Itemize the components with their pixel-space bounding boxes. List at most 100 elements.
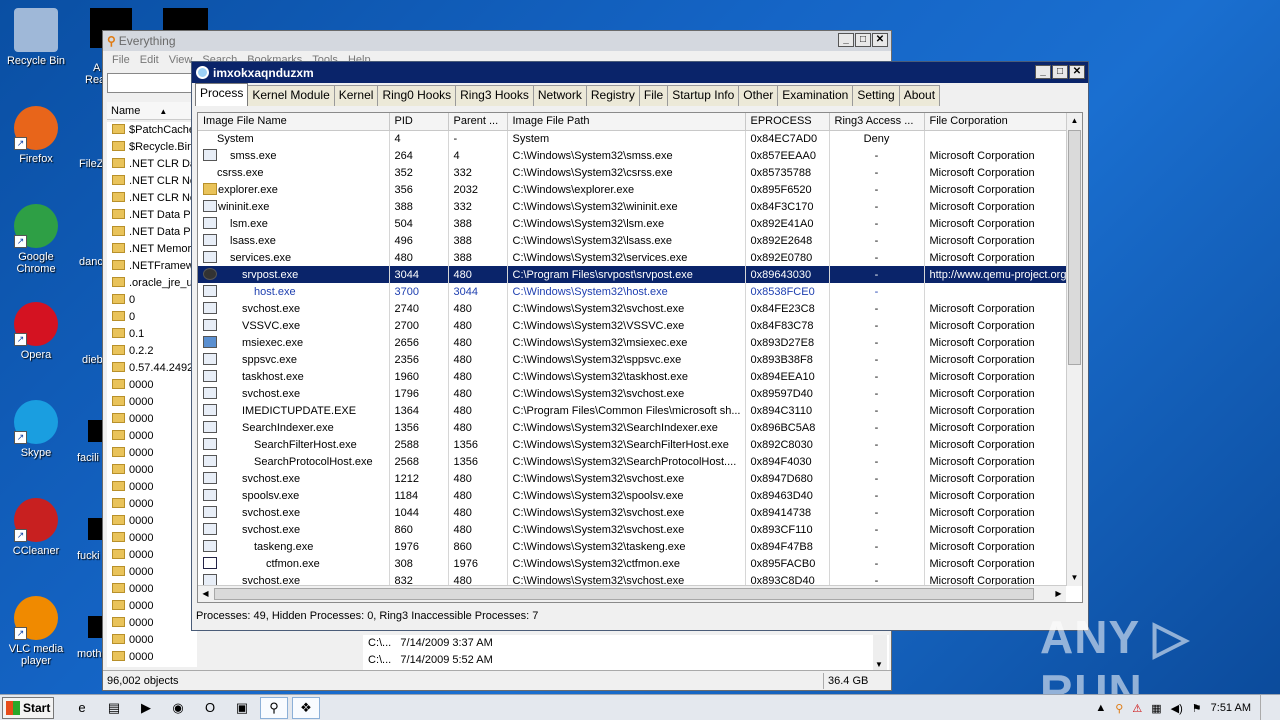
desktop-icon-image-partial[interactable] — [88, 518, 102, 540]
column-header[interactable]: File Corporation — [924, 113, 1066, 131]
close-button[interactable]: ✕ — [872, 33, 888, 47]
table-row[interactable]: IMEDICTUPDATE.EXE 1364 480 C:\Program Files… — [198, 402, 1066, 419]
list-item-detail[interactable]: C:\... 7/14/2009 5:52 AM — [363, 652, 889, 669]
table-row[interactable]: svchost.exe 1044 480 C:\Windows\System32\sv… — [198, 504, 1066, 521]
desktop-icon-label-partial[interactable]: dieb — [82, 354, 103, 366]
column-header-name[interactable]: Name ▲ — [107, 102, 197, 120]
table-row[interactable]: srvpost.exe 3044 480 C:\Program Files\srvpo… — [198, 266, 1066, 283]
list-item[interactable]: 0000 — [107, 598, 197, 615]
list-item[interactable]: 0 — [107, 292, 197, 309]
vertical-scrollbar[interactable]: ▲ ▼ — [1066, 113, 1082, 586]
flag-icon[interactable]: ⚑ — [1192, 702, 1202, 715]
tray-expand-icon[interactable]: ▲ — [1095, 702, 1106, 714]
desktop-icon-image-partial[interactable] — [163, 8, 208, 32]
scroll-right-icon[interactable]: ▶ — [1051, 586, 1066, 602]
list-item[interactable]: 0000 — [107, 615, 197, 632]
table-row[interactable]: svchost.exe 860 480 C:\Windows\System32\svc… — [198, 521, 1066, 538]
column-header[interactable]: EPROCESS — [745, 113, 830, 131]
volume-icon[interactable]: ◀) — [1171, 702, 1183, 715]
start-button[interactable]: Start — [2, 696, 54, 719]
list-item[interactable]: 0000 — [107, 649, 197, 666]
column-header[interactable]: Image File Name — [198, 113, 390, 131]
desktop-icon-image-partial[interactable] — [88, 420, 102, 442]
maximize-button[interactable]: □ — [1052, 65, 1068, 79]
table-row[interactable]: lsm.exe 504 388 C:\Windows\System32\lsm.exe… — [198, 215, 1066, 232]
tab-ring0-hooks[interactable]: Ring0 Hooks — [377, 85, 457, 106]
table-row[interactable]: taskhost.exe 1960 480 C:\Windows\System32\t… — [198, 368, 1066, 385]
table-row[interactable]: svchost.exe 2740 480 C:\Windows\System32\sv… — [198, 300, 1066, 317]
desktop-icon-label-partial[interactable]: A — [93, 62, 100, 74]
opera-icon[interactable]: O — [196, 697, 224, 719]
tab-setting[interactable]: Setting — [852, 85, 900, 106]
explorer-icon[interactable]: ▤ — [100, 697, 128, 719]
desktop-icon-chrome[interactable]: ↗ Google Chrome — [0, 204, 72, 275]
list-item[interactable]: 0000 — [107, 377, 197, 394]
tab-examination[interactable]: Examination — [777, 85, 854, 106]
table-row[interactable]: wininit.exe 388 332 C:\Windows\System32\win… — [198, 198, 1066, 215]
file-list[interactable]: $PatchCache$ $Recycle.Bin .NET CLR Data .NE… — [107, 122, 197, 667]
list-item[interactable]: 0000 — [107, 530, 197, 547]
table-row[interactable]: explorer.exe 356 2032 C:\Windows\explorer.e… — [198, 181, 1066, 198]
list-item[interactable]: 0000 — [107, 428, 197, 445]
list-item[interactable]: 0000 — [107, 547, 197, 564]
tab-file[interactable]: File — [638, 85, 669, 106]
list-item[interactable]: .NET CLR Networking 4.0.0.0 — [107, 190, 197, 207]
list-item[interactable]: 0000 — [107, 632, 197, 649]
table-row[interactable]: taskeng.exe 1976 860 C:\Windows\System32\ta… — [198, 538, 1066, 555]
list-item[interactable]: 0000 — [107, 411, 197, 428]
window-icon[interactable]: ▣ — [228, 697, 256, 719]
desktop-icon-label-partial[interactable]: danc — [79, 256, 103, 268]
everything-icon[interactable]: ⚲ — [260, 696, 288, 719]
desktop-icon-ccleaner[interactable]: ↗ CCleaner — [0, 498, 72, 557]
search-input[interactable] — [107, 73, 197, 93]
tab-ring3-hooks[interactable]: Ring3 Hooks — [455, 85, 534, 106]
column-header[interactable]: Ring3 Access ... — [829, 113, 925, 131]
list-item[interactable]: .NET Data Provider for SqlServer — [107, 224, 197, 241]
list-item[interactable]: .NET CLR Networking — [107, 173, 197, 190]
scroll-left-icon[interactable]: ◀ — [198, 586, 213, 602]
horizontal-scrollbar[interactable]: ◀ ▶ — [198, 585, 1066, 602]
show-desktop-button[interactable] — [1260, 695, 1270, 720]
list-item[interactable]: $PatchCache$ — [107, 122, 197, 139]
table-row[interactable]: sppsvc.exe 2356 480 C:\Windows\System32\spp… — [198, 351, 1066, 368]
desktop-icon-label-partial[interactable]: FileZ — [79, 158, 103, 170]
column-header[interactable]: Parent ... — [448, 113, 508, 131]
list-item[interactable]: 0000 — [107, 479, 197, 496]
list-item[interactable]: 0000 — [107, 496, 197, 513]
list-item[interactable]: .NET Memory Cache 4.0 — [107, 241, 197, 258]
table-row[interactable]: SearchIndexer.exe 1356 480 C:\Windows\Syste… — [198, 419, 1066, 436]
file-list-details[interactable]: C:\... 7/14/2009 3:37 AM C:\... 7/14/2009… — [363, 635, 889, 670]
table-row[interactable]: System 4- System 0x84EC7AD0 Deny — [198, 130, 1066, 147]
list-item-detail[interactable]: C:\... 7/14/2009 3:37 AM — [363, 635, 889, 652]
list-item[interactable]: .NET CLR Data — [107, 156, 197, 173]
list-item[interactable]: 0000 — [107, 394, 197, 411]
desktop-icon-skype[interactable]: ↗ Skype — [0, 400, 72, 459]
desktop-icon-label-partial[interactable]: fucki — [77, 550, 100, 562]
desktop-icon-vlc[interactable]: ↗ VLC media player — [0, 596, 72, 667]
close-button[interactable]: ✕ — [1069, 65, 1085, 79]
vertical-scrollbar[interactable]: ▼ — [873, 635, 887, 670]
list-item[interactable]: .NET Data Provider for Oracle — [107, 207, 197, 224]
network-icon[interactable]: ▦ — [1151, 702, 1161, 715]
table-row[interactable]: VSSVC.exe 2700 480 C:\Windows\System32\VSSV… — [198, 317, 1066, 334]
table-row[interactable]: ctfmon.exe 308 1976 C:\Windows\System32\ctf… — [198, 555, 1066, 572]
scroll-thumb[interactable] — [214, 588, 1034, 600]
menu-file[interactable]: File — [107, 54, 135, 66]
desktop-icon-image-partial[interactable] — [88, 616, 102, 638]
scroll-up-icon[interactable]: ▲ — [1067, 113, 1082, 129]
tab-startup-info[interactable]: Startup Info — [667, 85, 740, 106]
tab-registry[interactable]: Registry — [585, 85, 640, 106]
scroll-down-icon[interactable]: ▼ — [875, 660, 883, 669]
list-item[interactable]: 0000 — [107, 581, 197, 598]
table-row[interactable]: SearchProtocolHost.exe 2568 1356 C:\Windows… — [198, 453, 1066, 470]
process-hunter-titlebar[interactable]: imxokxaqnduzxm — [192, 62, 1088, 83]
everything-tray-icon[interactable]: ⚲ — [1115, 702, 1123, 715]
table-row[interactable]: smss.exe 264 4 C:\Windows\System32\smss.exe… — [198, 147, 1066, 164]
list-item[interactable]: $Recycle.Bin — [107, 139, 197, 156]
table-row[interactable]: msiexec.exe 2656 480 C:\Windows\System32\ms… — [198, 334, 1066, 351]
list-item[interactable]: 0000 — [107, 445, 197, 462]
list-item[interactable]: .NETFramework — [107, 258, 197, 275]
list-item[interactable]: 0000 — [107, 462, 197, 479]
minimize-button[interactable]: _ — [1035, 65, 1051, 79]
table-row[interactable]: SearchFilterHost.exe 2588 1356 C:\Windows\S… — [198, 436, 1066, 453]
